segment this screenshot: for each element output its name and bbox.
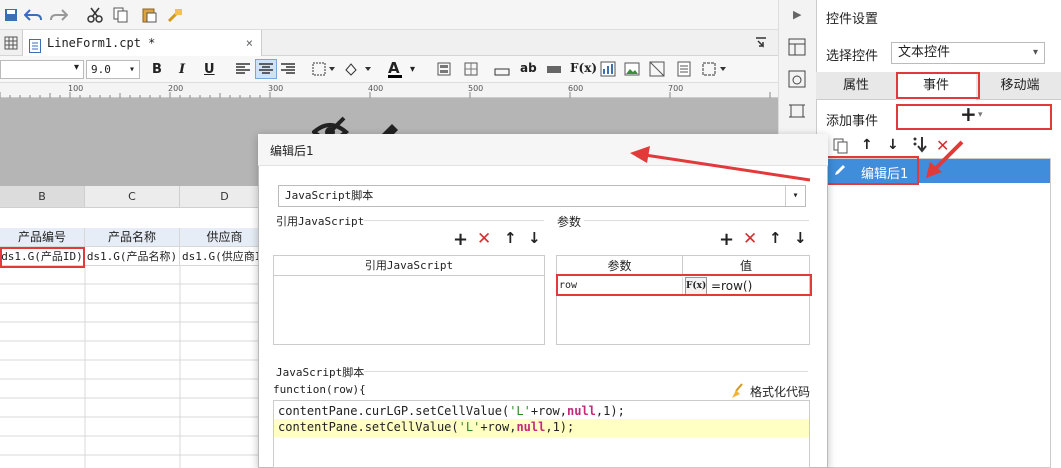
annotation-arrows — [630, 140, 964, 182]
